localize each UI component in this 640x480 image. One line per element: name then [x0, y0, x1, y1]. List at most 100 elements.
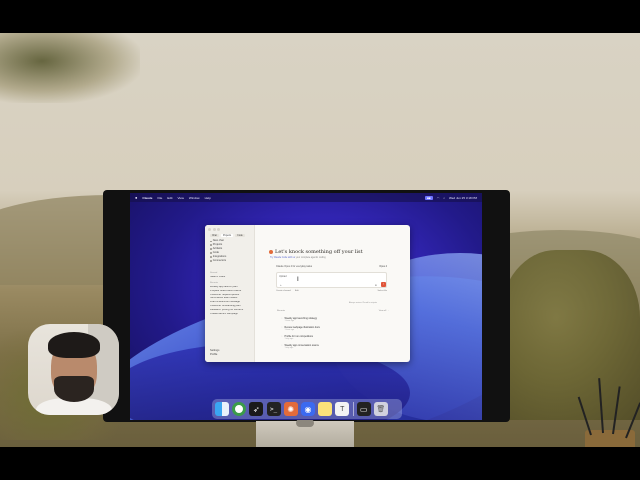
claude-app-window: Chat Projects Code New chat Projects Art…: [205, 225, 410, 362]
menu-view[interactable]: View: [177, 196, 183, 200]
starred-list: Search chats: [210, 276, 253, 279]
chrome-icon[interactable]: [232, 402, 247, 416]
webcam-overlay: [28, 324, 119, 415]
zoom-icon[interactable]: ◉: [300, 402, 315, 416]
recent-chat-item[interactable]: ◌ Review webpage illustration docs 1 hou…: [281, 326, 320, 331]
zoom-button[interactable]: [217, 228, 220, 231]
list-item[interactable]: Research pricing for vendors: [210, 309, 253, 312]
recent-chat-text: Profile for run competitions 1 day ago: [285, 335, 313, 340]
artifact-icon: [210, 248, 212, 251]
chat-input[interactable]: Upload I + ● ↑: [276, 272, 387, 288]
notes-icon[interactable]: [318, 402, 333, 416]
finder-icon[interactable]: [215, 402, 229, 416]
recent-chat-time: 1 hour ago: [284, 329, 295, 331]
menu-edit[interactable]: Edit: [167, 196, 172, 200]
menu-window[interactable]: Window: [189, 196, 200, 200]
view-all-link[interactable]: View all →: [379, 310, 389, 312]
recent-chat-time: 1 hour ago: [284, 320, 295, 322]
sidebar-nav: New chat Projects Artifacts Code Integra…: [210, 239, 226, 263]
model-description: Claude Opus 4 for everyday tasks: [276, 265, 313, 268]
folder-icon: [210, 244, 212, 247]
subhead-text: your complete agentic coding: [295, 257, 326, 259]
menu-file[interactable]: File: [157, 196, 162, 200]
plus-icon: [210, 240, 212, 243]
create-channel-button[interactable]: Create channel: [276, 290, 291, 292]
list-item[interactable]: Create launch campaign: [210, 313, 253, 316]
monitor-stand-neck: [296, 419, 314, 427]
mic-icon[interactable]: ●: [375, 283, 377, 287]
menu-help[interactable]: Help: [205, 196, 211, 200]
dock: ➶ >_ ✺ ◉ T ▭ 🗑: [212, 399, 402, 419]
menu-app-name[interactable]: Claude: [142, 196, 152, 200]
list-item[interactable]: Customer onboarding plan: [210, 305, 253, 308]
chat-composer: Claude Opus 4 for everyday tasks Opus 4 …: [276, 264, 387, 295]
textedit-icon[interactable]: T: [335, 402, 350, 416]
compass-icon[interactable]: ➶: [249, 402, 264, 416]
claude-icon[interactable]: ✺: [283, 402, 298, 416]
menu-bar: ● Claude File Edit View Window Help ■■ ◠…: [130, 193, 482, 202]
select-file-button[interactable]: Select file: [378, 290, 387, 292]
chat-bubble-icon: ◌: [281, 317, 283, 320]
claude-logo-icon: [269, 250, 273, 254]
recents-title: Recents: [277, 310, 286, 312]
edit-button[interactable]: Edit: [295, 290, 299, 292]
recent-chat-text: Weekly app conversation source 1 day ago: [285, 344, 320, 349]
disclaimer-note: Always review Claude's outputs: [349, 302, 378, 304]
recent-chats-list: ◌ Weekly app launching strategy 1 hour a…: [281, 317, 320, 349]
recents-list: Weekly app launch plan Prepare board dec…: [210, 286, 253, 315]
letterbox-top: [0, 0, 640, 33]
link-icon: [210, 260, 212, 263]
list-item[interactable]: Customer request quotes: [210, 294, 253, 297]
list-item[interactable]: Draft a welcome message: [210, 301, 253, 304]
sidebar-tabs: Chat Projects Code: [210, 234, 245, 237]
subheading: Try Claude Code with us your complete ag…: [270, 257, 326, 259]
recent-chat-item[interactable]: ◌ Weekly app launching strategy 1 hour a…: [281, 317, 320, 322]
recent-chat-text: Weekly app launching strategy 1 hour ago: [285, 317, 318, 322]
recent-chat-time: 1 day ago: [284, 338, 294, 340]
terminal-icon[interactable]: >_: [266, 402, 281, 416]
search-icon[interactable]: ⌕: [443, 196, 445, 200]
list-item[interactable]: Summarize team status: [210, 297, 253, 300]
list-item[interactable]: Prepare board deck outline: [210, 290, 253, 293]
clock[interactable]: Wed Jun 25 3:18 PM: [449, 196, 477, 200]
recents-label: Recents: [210, 282, 219, 284]
tab-chat[interactable]: Chat: [210, 234, 219, 237]
starred-label: Starred: [210, 272, 218, 274]
input-label: Upload: [279, 275, 287, 278]
list-item[interactable]: Weekly app launch plan: [210, 286, 253, 289]
screen-recording-icon[interactable]: ▭: [356, 402, 371, 416]
list-item[interactable]: Search chats: [210, 276, 253, 279]
composer-header: Claude Opus 4 for everyday tasks Opus 4: [276, 265, 387, 268]
recent-chat-time: 1 day ago: [284, 347, 294, 349]
sidebar-item-connectors[interactable]: Connectors: [210, 259, 226, 263]
apple-icon[interactable]: ●: [135, 195, 137, 200]
page-title-text: Let's knock something off your list: [275, 249, 363, 255]
settings-link[interactable]: Settings: [210, 349, 219, 352]
wifi-icon[interactable]: ◠: [437, 196, 440, 200]
text-cursor-icon: I: [297, 276, 299, 283]
subhead-link[interactable]: Try Claude Code with us: [270, 257, 295, 259]
page-title: Let's knock something off your list: [269, 249, 363, 255]
tab-code[interactable]: Code: [235, 234, 245, 237]
profile-link[interactable]: Profile: [210, 353, 219, 356]
trash-icon[interactable]: 🗑: [373, 402, 388, 416]
foreground-foliage: [0, 33, 140, 103]
webcam-person-beard: [54, 376, 94, 402]
recent-chat-item[interactable]: ◌ Weekly app conversation source 1 day a…: [281, 344, 320, 349]
main-panel: Let's knock something off your list Try …: [255, 225, 410, 362]
composer-actions: Create channel Edit Select file: [276, 290, 387, 292]
minimize-button[interactable]: [212, 228, 216, 231]
status-pill[interactable]: ■■: [425, 195, 433, 200]
code-icon: [210, 252, 212, 255]
webcam-person-hair: [48, 332, 100, 358]
close-button[interactable]: [208, 228, 211, 231]
dock-divider: [352, 402, 354, 416]
sidebar: Chat Projects Code New chat Projects Art…: [205, 225, 255, 362]
model-selector[interactable]: Opus 4: [379, 265, 387, 268]
recents-header: Recents View all →: [277, 310, 389, 312]
menu-status-area: ■■ ◠ ⌕ Wed Jun 25 3:18 PM: [425, 195, 477, 200]
tab-projects[interactable]: Projects: [220, 234, 234, 237]
recent-chat-item[interactable]: ◌ Profile for run competitions 1 day ago: [281, 335, 320, 340]
attach-icon[interactable]: +: [280, 283, 282, 287]
send-button[interactable]: ↑: [381, 282, 386, 287]
